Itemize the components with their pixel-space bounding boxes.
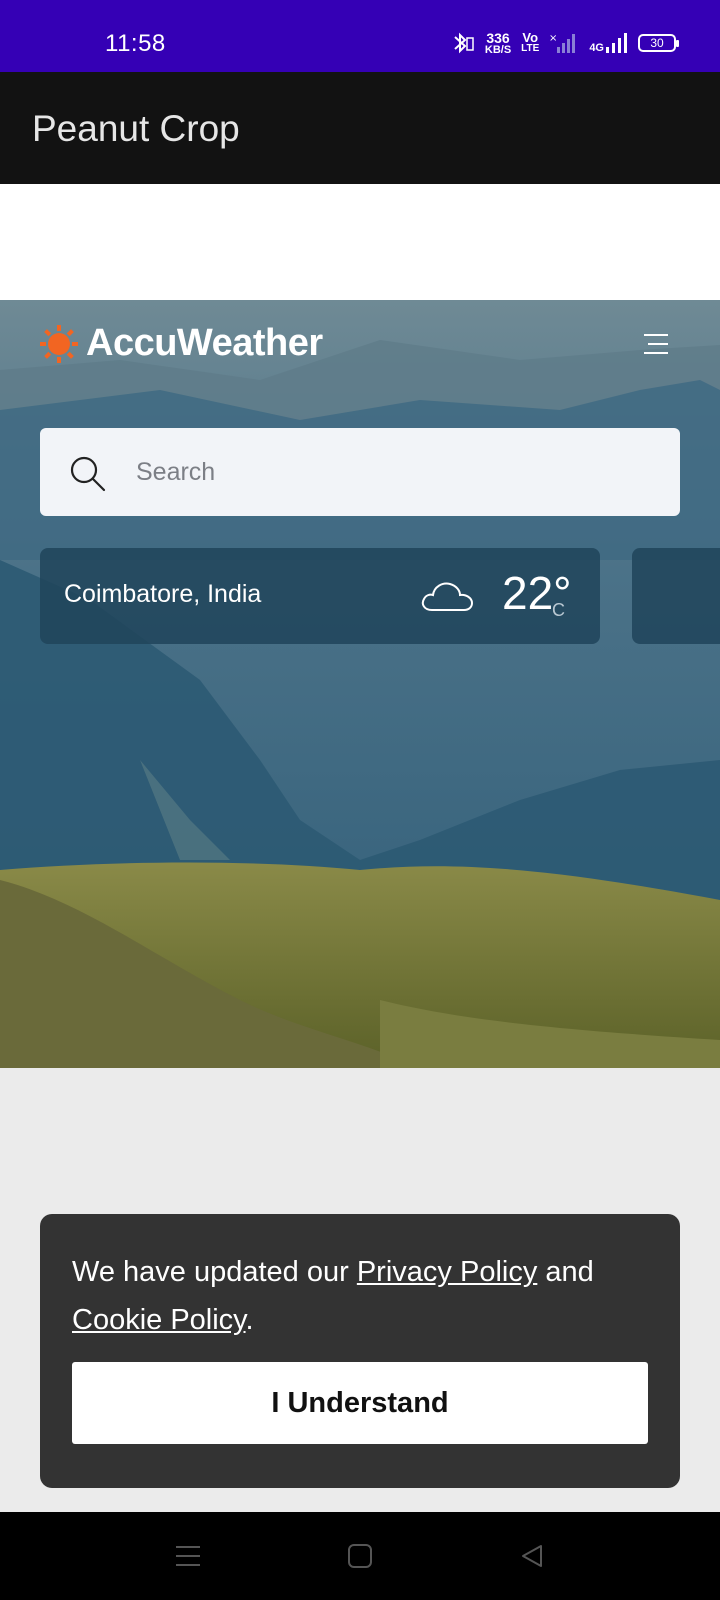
volte-top: Vo — [522, 30, 539, 45]
volte-indicator: Vo LTE — [521, 30, 540, 54]
logo-text: AccuWeather — [86, 322, 323, 364]
search-box[interactable] — [40, 428, 680, 516]
location-name: Coimbatore, India — [64, 580, 262, 608]
page-title: Peanut Crop — [32, 108, 240, 149]
status-time: 11:58 — [105, 30, 166, 57]
status-icons: 336 KB/S Vo LTE × 4G 30 — [449, 28, 679, 58]
network-type: 4G — [589, 42, 604, 54]
i-understand-button[interactable]: I Understand — [72, 1362, 648, 1444]
search-icon — [70, 456, 106, 492]
net-speed: 336 KB/S — [485, 31, 511, 56]
cookie-notice: We have updated our Privacy Policy and C… — [40, 1214, 680, 1488]
recent-apps-button[interactable] — [148, 1512, 228, 1600]
cookie-text-middle: and — [545, 1256, 594, 1288]
home-icon — [348, 1544, 372, 1568]
battery-level: 30 — [650, 36, 664, 50]
sun-logo-icon — [40, 324, 78, 363]
bluetooth-icon — [454, 32, 474, 54]
system-nav-bar — [0, 1512, 720, 1600]
menu-icon — [176, 1546, 200, 1566]
status-bar: 11:58 336 KB/S Vo LTE × 4G 30 — [0, 0, 720, 72]
ad-space — [0, 184, 720, 300]
mountain-background — [0, 300, 720, 1068]
accuweather-logo[interactable]: AccuWeather — [40, 322, 323, 365]
signal-4g: 4G — [589, 32, 628, 54]
location-card[interactable]: Coimbatore, India 22° C — [40, 548, 600, 644]
net-speed-unit: KB/S — [484, 43, 512, 56]
back-icon — [522, 1545, 542, 1567]
cloud-icon — [421, 582, 474, 611]
location-card-next[interactable] — [632, 548, 720, 644]
signal-bars-icon — [606, 33, 627, 53]
net-speed-value: 336 — [486, 29, 510, 46]
search-input[interactable] — [136, 428, 656, 516]
cookie-notice-text: We have updated our Privacy Policy and C… — [72, 1248, 652, 1344]
privacy-policy-link[interactable]: Privacy Policy — [357, 1256, 538, 1288]
cookie-text-end: . — [245, 1304, 254, 1336]
cookie-policy-link[interactable]: Cookie Policy — [72, 1304, 246, 1336]
app-bar: Peanut Crop — [0, 72, 720, 184]
home-button[interactable] — [320, 1512, 400, 1600]
temperature-unit: C — [552, 600, 565, 620]
battery-icon: 30 — [638, 34, 679, 52]
svg-text:×: × — [549, 33, 557, 44]
cookie-text-before: We have updated our — [72, 1256, 349, 1288]
volte-bottom: LTE — [521, 43, 540, 54]
hamburger-menu-icon[interactable] — [644, 334, 668, 354]
signal-icon: × — [549, 33, 576, 53]
weather-hero: AccuWeather Coimbatore, India 22° C — [0, 300, 720, 1068]
back-button[interactable] — [492, 1512, 572, 1600]
